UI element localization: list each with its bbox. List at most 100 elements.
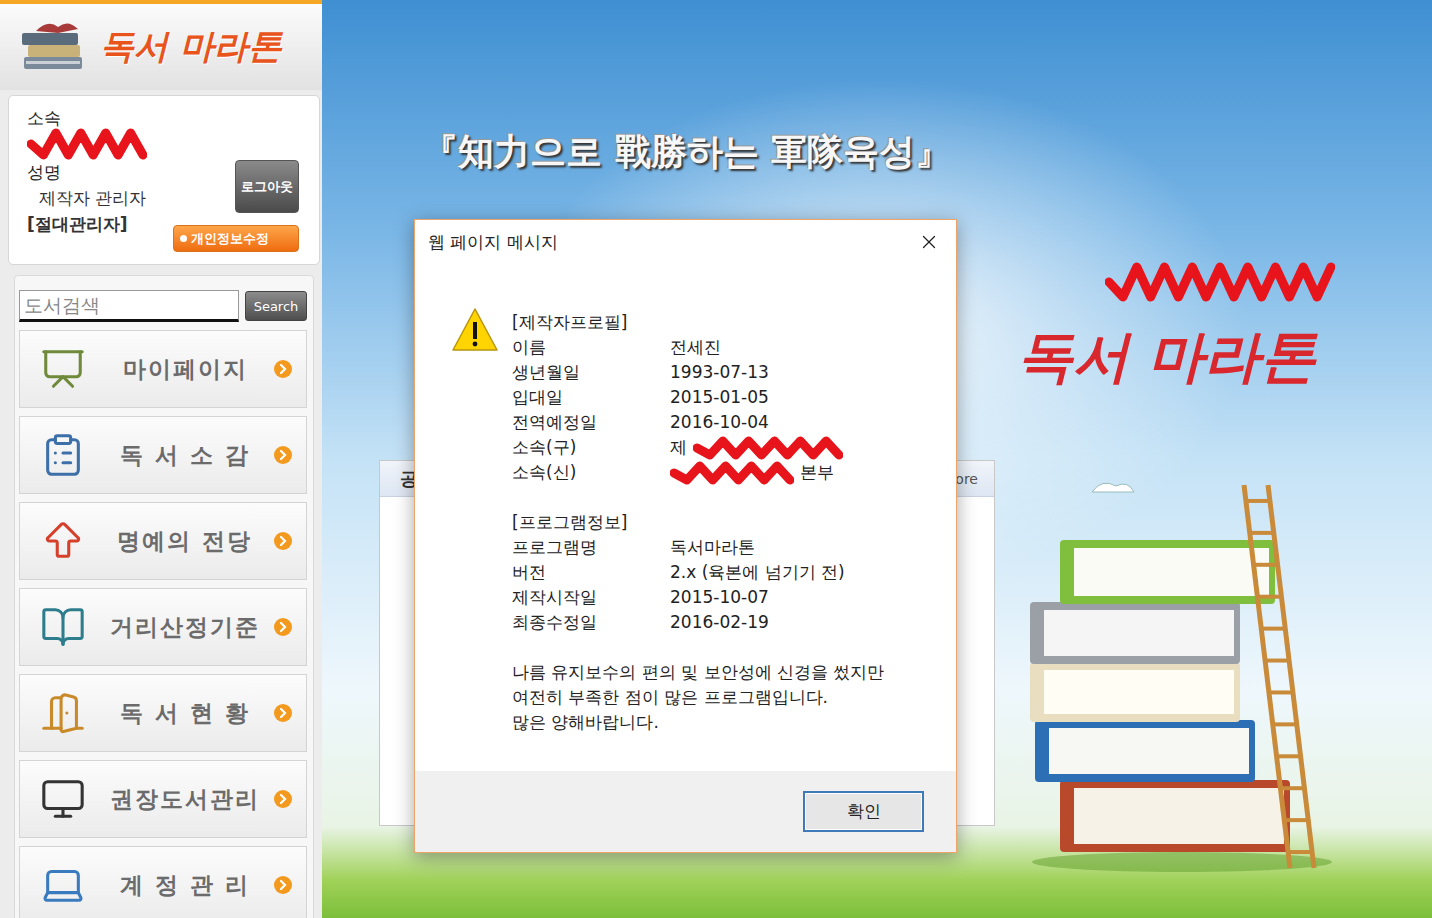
arrow-circle-icon bbox=[274, 360, 292, 378]
warning-icon-box bbox=[451, 306, 499, 354]
menu-item[interactable]: 계 정 관 리 bbox=[19, 846, 307, 918]
info-value: 2015-01-05 bbox=[670, 385, 936, 410]
dialog-message: 나름 유지보수의 편의 및 보안성에 신경을 썼지만여전히 부족한 점이 많은 … bbox=[512, 660, 936, 735]
arrow-circle-icon bbox=[274, 532, 292, 550]
menu-item[interactable]: 독 서 현 황 bbox=[19, 674, 307, 752]
menu-label: 마이페이지 bbox=[96, 354, 274, 385]
slogan: 『知力으로 戰勝하는 軍隊육성』 bbox=[322, 0, 1432, 177]
message-line: 많은 양해바랍니다. bbox=[512, 710, 936, 735]
dialog-content: [제작자프로필]이름전세진생년월일1993-07-13입대일2015-01-05… bbox=[512, 310, 936, 771]
profile-info: 소속성명제작자 관리자[절대관리자] bbox=[27, 108, 173, 252]
arrow-up-icon bbox=[40, 518, 86, 564]
books-illustration bbox=[1022, 430, 1342, 880]
menu-item[interactable]: 명예의 전당 bbox=[19, 502, 307, 580]
redaction-mark bbox=[670, 461, 794, 485]
menu-item[interactable]: 독 서 소 감 bbox=[19, 416, 307, 494]
edit-profile-button[interactable]: 개인정보수정 bbox=[173, 225, 299, 252]
redaction-mark bbox=[693, 436, 843, 460]
info-section: [프로그램정보]프로그램명독서마라톤버전2.x (육본에 넘기기 전)제작시작일… bbox=[512, 510, 936, 635]
name-label: 성명 bbox=[27, 160, 173, 182]
info-value: 본부 bbox=[670, 460, 936, 485]
arrow-circle-icon bbox=[274, 704, 292, 722]
menu-label: 거리산정기준 bbox=[96, 612, 274, 643]
info-row: 소속(구)제 bbox=[512, 435, 936, 460]
menu-label: 독 서 소 감 bbox=[96, 440, 274, 471]
menu-icon-box bbox=[30, 597, 96, 657]
sidebar: 독서 마라톤소속성명제작자 관리자[절대관리자]로그아웃개인정보수정Search… bbox=[0, 0, 322, 918]
info-value: 2.x (육본에 넘기기 전) bbox=[670, 560, 936, 585]
info-value: 2015-10-07 bbox=[670, 585, 936, 610]
more-link[interactable]: ore bbox=[955, 471, 978, 487]
menu-label: 독 서 현 황 bbox=[96, 698, 274, 729]
close-button[interactable] bbox=[914, 227, 944, 257]
logo-text: 독서 마라톤 bbox=[100, 24, 282, 70]
menu-item[interactable]: 마이페이지 bbox=[19, 330, 307, 408]
menu-item[interactable]: 거리산정기준 bbox=[19, 588, 307, 666]
redaction-mark bbox=[1105, 262, 1335, 302]
dialog-footer: 확인 bbox=[415, 771, 956, 852]
search-input[interactable] bbox=[19, 290, 239, 322]
info-value: 독서마라톤 bbox=[670, 535, 936, 560]
message-line: 나름 유지보수의 편의 및 보안성에 신경을 썼지만 bbox=[512, 660, 936, 685]
monitor-icon bbox=[40, 776, 86, 822]
main-area: 『知力으로 戰勝하는 軍隊육성』독서 마라톤공ore웹 페이지 메시지[제작자프… bbox=[322, 0, 1432, 918]
info-label: 버전 bbox=[512, 560, 670, 585]
logout-button[interactable]: 로그아웃 bbox=[235, 160, 299, 213]
info-row: 전역예정일2016-10-04 bbox=[512, 410, 936, 435]
info-row: 생년월일1993-07-13 bbox=[512, 360, 936, 385]
ok-button[interactable]: 확인 bbox=[803, 791, 924, 832]
close-icon bbox=[918, 231, 940, 253]
user-role: [절대관리자] bbox=[27, 208, 173, 234]
info-label: 소속(구) bbox=[512, 435, 670, 460]
info-label: 프로그램명 bbox=[512, 535, 670, 560]
book-stack-icon bbox=[18, 17, 88, 77]
dialog-title: 웹 페이지 메시지 bbox=[428, 231, 558, 254]
bullet-icon bbox=[180, 235, 187, 242]
menu-icon-box bbox=[30, 769, 96, 829]
info-value: 2016-02-19 bbox=[670, 610, 936, 635]
arrow-circle-icon bbox=[274, 446, 292, 464]
info-row: 최종수정일2016-02-19 bbox=[512, 610, 936, 635]
info-label: 입대일 bbox=[512, 385, 670, 410]
main-logo: 독서 마라톤 bbox=[1017, 262, 1335, 396]
menu-item[interactable]: 권장도서관리 bbox=[19, 760, 307, 838]
dialog-body: [제작자프로필]이름전세진생년월일1993-07-13입대일2015-01-05… bbox=[415, 264, 956, 771]
menu-icon-box bbox=[30, 511, 96, 571]
dialog-title-bar: 웹 페이지 메시지 bbox=[415, 220, 956, 264]
logo-bar: 독서 마라톤 bbox=[0, 0, 322, 90]
search-row: Search bbox=[19, 290, 307, 322]
menu-icon-box bbox=[30, 683, 96, 743]
clipboard-icon bbox=[40, 432, 86, 478]
door-icon bbox=[40, 690, 86, 736]
info-label: 제작시작일 bbox=[512, 585, 670, 610]
info-section: [제작자프로필]이름전세진생년월일1993-07-13입대일2015-01-05… bbox=[512, 310, 936, 485]
info-label: 최종수정일 bbox=[512, 610, 670, 635]
section-heading: [프로그램정보] bbox=[512, 510, 936, 535]
profile-box: 소속성명제작자 관리자[절대관리자]로그아웃개인정보수정 bbox=[8, 95, 320, 265]
page: 독서 마라톤소속성명제작자 관리자[절대관리자]로그아웃개인정보수정Search… bbox=[0, 0, 1432, 918]
arrow-circle-icon bbox=[274, 876, 292, 894]
menu-label: 권장도서관리 bbox=[96, 784, 274, 815]
section-heading: [제작자프로필] bbox=[512, 310, 936, 335]
profile-buttons: 로그아웃개인정보수정 bbox=[173, 108, 299, 252]
info-value: 전세진 bbox=[670, 335, 936, 360]
info-label: 생년월일 bbox=[512, 360, 670, 385]
warning-icon bbox=[451, 306, 499, 354]
search-button[interactable]: Search bbox=[245, 291, 307, 321]
info-value: 1993-07-13 bbox=[670, 360, 936, 385]
info-value: 2016-10-04 bbox=[670, 410, 936, 435]
redaction-mark bbox=[27, 128, 147, 160]
info-row: 제작시작일2015-10-07 bbox=[512, 585, 936, 610]
presentation-icon bbox=[40, 346, 86, 392]
menu-label: 명예의 전당 bbox=[96, 526, 274, 557]
laptop-icon bbox=[40, 862, 86, 908]
info-row: 버전2.x (육본에 넘기기 전) bbox=[512, 560, 936, 585]
book-icon bbox=[40, 604, 86, 650]
arrow-circle-icon bbox=[274, 790, 292, 808]
user-name: 제작자 관리자 bbox=[27, 182, 173, 208]
affiliation-label: 소속 bbox=[27, 108, 173, 128]
info-row: 소속(신)본부 bbox=[512, 460, 936, 485]
menu-panel: Search 마이페이지독 서 소 감명예의 전당거리산정기준독 서 현 황권장도… bbox=[14, 275, 314, 918]
main-logo-text: 독서 마라톤 bbox=[1017, 320, 1317, 396]
info-row: 프로그램명독서마라톤 bbox=[512, 535, 936, 560]
